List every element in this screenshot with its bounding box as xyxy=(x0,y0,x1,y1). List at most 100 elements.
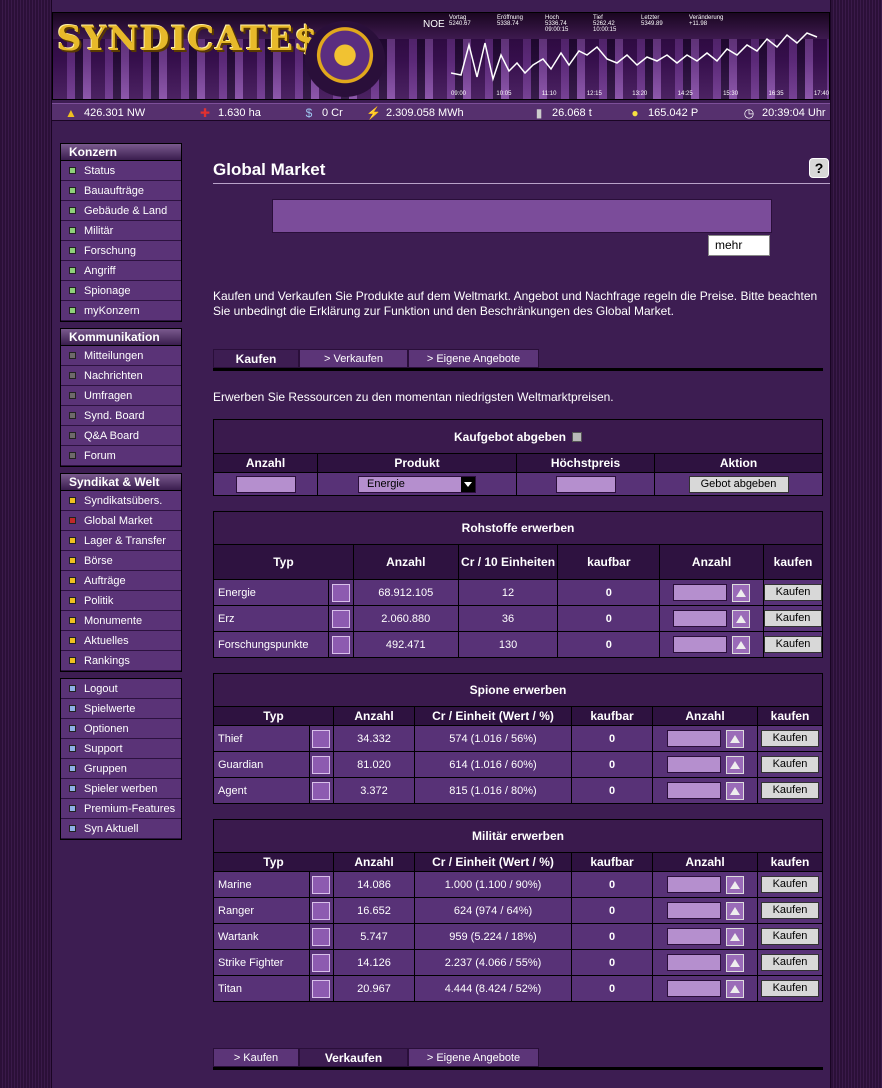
submit-bid-button[interactable]: Gebot abgeben xyxy=(688,475,789,493)
nav-item-monumente[interactable]: Monumente xyxy=(61,611,181,631)
quantity-input[interactable] xyxy=(666,876,721,893)
quantity-input[interactable] xyxy=(666,902,721,919)
buy-button[interactable]: Kaufen xyxy=(761,980,819,997)
nav-item-syn-aktuell[interactable]: Syn Aktuell xyxy=(61,819,181,839)
nav-item-logout[interactable]: Logout xyxy=(61,679,181,699)
buy-button[interactable]: Kaufen xyxy=(761,730,819,747)
chart-icon[interactable] xyxy=(331,635,350,654)
tab-kaufen[interactable]: > Kaufen xyxy=(213,1048,299,1067)
buy-button[interactable]: Kaufen xyxy=(761,902,819,919)
nav-item-gruppen[interactable]: Gruppen xyxy=(61,759,181,779)
quantity-input[interactable] xyxy=(673,636,728,653)
nav-item-politik[interactable]: Politik xyxy=(61,591,181,611)
nav-item-nachrichten[interactable]: Nachrichten xyxy=(61,366,181,386)
mehr-button[interactable]: mehr xyxy=(708,235,770,256)
buy-button[interactable]: Kaufen xyxy=(764,610,822,627)
max-arrow-icon[interactable] xyxy=(725,979,744,998)
max-arrow-icon[interactable] xyxy=(725,781,744,800)
chart-icon[interactable] xyxy=(312,729,331,748)
chart-icon[interactable] xyxy=(312,953,331,972)
max-arrow-icon[interactable] xyxy=(725,953,744,972)
chart-icon[interactable] xyxy=(312,875,331,894)
tab-kaufen[interactable]: Kaufen xyxy=(213,349,299,368)
quantity-input[interactable] xyxy=(666,756,721,773)
nav-item-forum[interactable]: Forum xyxy=(61,446,181,466)
max-arrow-icon[interactable] xyxy=(725,729,744,748)
chart-icon[interactable] xyxy=(331,583,350,602)
max-arrow-icon[interactable] xyxy=(732,583,751,602)
cell-buy: Kaufen xyxy=(763,579,823,606)
max-arrow-icon[interactable] xyxy=(725,755,744,774)
nav-item-rankings[interactable]: Rankings xyxy=(61,651,181,671)
buy-button[interactable]: Kaufen xyxy=(761,954,819,971)
help-icon[interactable]: ? xyxy=(809,158,829,178)
buy-button[interactable]: Kaufen xyxy=(761,782,819,799)
buy-button[interactable]: Kaufen xyxy=(761,876,819,893)
quantity-input[interactable] xyxy=(666,928,721,945)
quantity-input[interactable] xyxy=(673,610,728,627)
chart-icon[interactable] xyxy=(312,927,331,946)
nav-item-gebaeude[interactable]: Gebäude & Land xyxy=(61,201,181,221)
tab-verkaufen[interactable]: > Verkaufen xyxy=(299,349,408,368)
nav-item-bauauftraege[interactable]: Bauaufträge xyxy=(61,181,181,201)
nav-item-spionage[interactable]: Spionage xyxy=(61,281,181,301)
cell-preis: 36 xyxy=(457,605,559,632)
nav-item-support[interactable]: Support xyxy=(61,739,181,759)
nav-item-aktuelles[interactable]: Aktuelles xyxy=(61,631,181,651)
buy-button[interactable]: Kaufen xyxy=(764,584,822,601)
max-arrow-icon[interactable] xyxy=(732,609,751,628)
bullet-icon xyxy=(69,517,76,524)
quantity-input[interactable] xyxy=(666,782,721,799)
max-arrow-icon[interactable] xyxy=(725,901,744,920)
tab-eigene-angebote[interactable]: > Eigene Angebote xyxy=(408,1048,539,1067)
nav-item-status[interactable]: Status xyxy=(61,161,181,181)
quantity-input[interactable] xyxy=(666,954,721,971)
cell-input xyxy=(652,777,758,804)
nav-item-boerse[interactable]: Börse xyxy=(61,551,181,571)
bid-amount-input[interactable] xyxy=(235,475,296,493)
logo[interactable]: SYNDICATE$ xyxy=(57,19,319,59)
nav-item-spieler-werben[interactable]: Spieler werben xyxy=(61,779,181,799)
buy-button[interactable]: Kaufen xyxy=(764,636,822,653)
tab-divider xyxy=(213,1067,823,1070)
bid-maxprice-input[interactable] xyxy=(555,475,616,493)
max-arrow-icon[interactable] xyxy=(725,927,744,946)
chart-icon[interactable] xyxy=(331,609,350,628)
nav-item-syndikatsuebers[interactable]: Syndikatsübers. xyxy=(61,491,181,511)
nav-item-premium[interactable]: Premium-Features xyxy=(61,799,181,819)
quantity-input[interactable] xyxy=(673,584,728,601)
tab-verkaufen[interactable]: Verkaufen xyxy=(299,1048,408,1067)
quantity-input[interactable] xyxy=(666,980,721,997)
nav-item-mykonzern[interactable]: myKonzern xyxy=(61,301,181,321)
max-arrow-icon[interactable] xyxy=(732,635,751,654)
help-icon[interactable] xyxy=(572,432,582,443)
nav-item-lager[interactable]: Lager & Transfer xyxy=(61,531,181,551)
product-select[interactable]: Energie xyxy=(358,475,476,493)
ticker-value xyxy=(497,27,541,33)
tab-eigene-angebote[interactable]: > Eigene Angebote xyxy=(408,349,539,368)
nav-item-auftraege[interactable]: Aufträge xyxy=(61,571,181,591)
nav-item-spielwerte[interactable]: Spielwerte xyxy=(61,699,181,719)
nav-item-militaer[interactable]: Militär xyxy=(61,221,181,241)
chart-icon[interactable] xyxy=(312,901,331,920)
cell-input xyxy=(652,975,758,1002)
nav-item-optionen[interactable]: Optionen xyxy=(61,719,181,739)
chart-icon[interactable] xyxy=(312,781,331,800)
max-arrow-icon[interactable] xyxy=(725,875,744,894)
buy-button[interactable]: Kaufen xyxy=(761,928,819,945)
nav-item-umfragen[interactable]: Umfragen xyxy=(61,386,181,406)
nav-item-synd-board[interactable]: Synd. Board xyxy=(61,406,181,426)
chart-cell xyxy=(308,725,335,752)
nav-item-angriff[interactable]: Angriff xyxy=(61,261,181,281)
bid-amount-cell xyxy=(213,472,318,496)
nav-item-qa-board[interactable]: Q&A Board xyxy=(61,426,181,446)
buy-button[interactable]: Kaufen xyxy=(761,756,819,773)
col-header: kaufbar xyxy=(571,852,653,872)
chevron-down-icon[interactable] xyxy=(461,476,475,492)
nav-item-global-market[interactable]: Global Market xyxy=(61,511,181,531)
chart-icon[interactable] xyxy=(312,979,331,998)
nav-item-mitteilungen[interactable]: Mitteilungen xyxy=(61,346,181,366)
nav-item-forschung[interactable]: Forschung xyxy=(61,241,181,261)
chart-icon[interactable] xyxy=(312,755,331,774)
quantity-input[interactable] xyxy=(666,730,721,747)
